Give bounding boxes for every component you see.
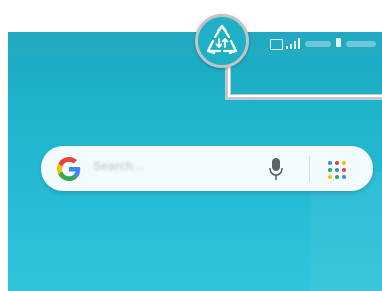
- search-divider: [309, 156, 310, 182]
- app-grid-icon[interactable]: [327, 160, 347, 180]
- signal-strength-icon: [270, 39, 283, 50]
- battery-icon: [336, 38, 341, 47]
- data-saver-callout-badge: [195, 14, 249, 68]
- status-blurred-text: [305, 41, 331, 47]
- status-clock-blurred: [346, 41, 376, 47]
- recycle-data-saver-icon: [206, 24, 238, 55]
- search-input[interactable]: Search...: [93, 159, 144, 173]
- screenshot-frame: Search...: [0, 0, 382, 291]
- google-g-icon: [57, 157, 81, 181]
- callout-leader-line-inner: [228, 62, 382, 97]
- google-search-bar[interactable]: Search...: [41, 146, 373, 191]
- cell-signal-icon: [286, 38, 300, 49]
- microphone-icon[interactable]: [269, 158, 283, 180]
